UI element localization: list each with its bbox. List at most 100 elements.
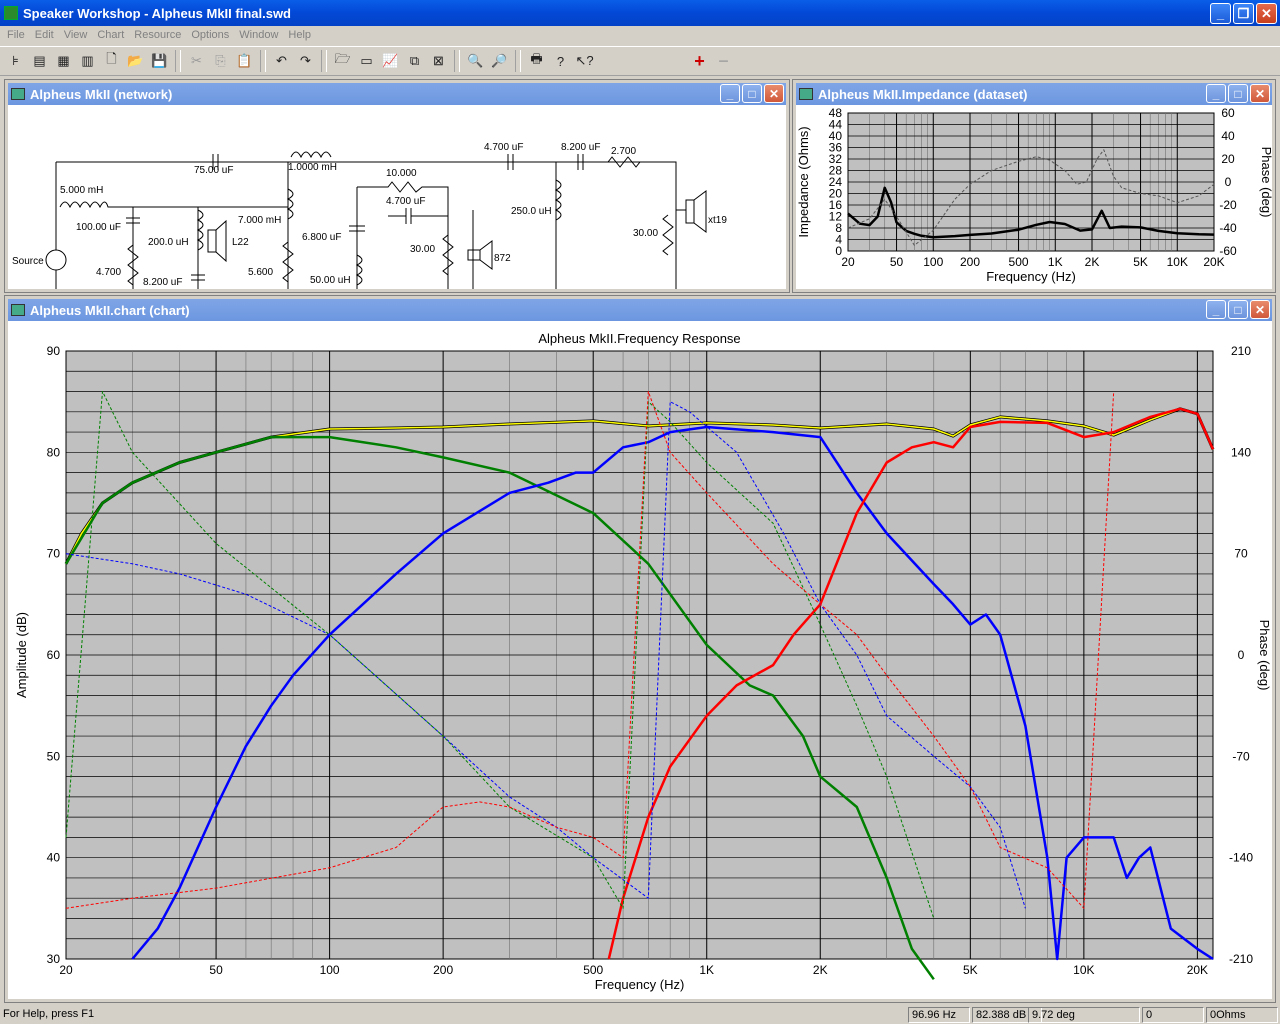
blank-tool-button[interactable] [736, 50, 759, 73]
tree-view-icon[interactable]: ⊧ [4, 50, 27, 73]
chart-title: Alpheus MkII.Frequency Response [538, 331, 740, 346]
network-maximize-button[interactable]: □ [742, 84, 762, 103]
copy-icon[interactable]: ⎘ [209, 50, 232, 73]
status-value: 0 [1142, 1007, 1204, 1023]
add-icon[interactable]: + [688, 50, 711, 73]
status-help: For Help, press F1 [3, 1008, 95, 1020]
grid-view-icon[interactable]: ▦ [52, 50, 75, 73]
y2-tick-label: 210 [1231, 344, 1251, 358]
status-degrees: 9.72 deg [1028, 1007, 1140, 1023]
app-titlebar: Speaker Workshop - Alpheus MkII final.sw… [0, 0, 1280, 26]
network-label-c1: 100.00 uF [76, 222, 121, 233]
zoom-in-icon[interactable]: 🔍 [464, 50, 487, 73]
impedance-maximize-button[interactable]: □ [1228, 84, 1248, 103]
zoom-out-icon[interactable]: 🔎 [488, 50, 511, 73]
y2-axis-label: Phase (deg) [1259, 147, 1272, 218]
menu-edit[interactable]: Edit [30, 29, 59, 41]
open-folder-icon[interactable]: 📂 [124, 50, 147, 73]
menu-view[interactable]: View [59, 29, 93, 41]
y2-tick-label: -60 [1219, 244, 1237, 258]
app-icon [4, 6, 18, 20]
x-tick-label: 200 [960, 255, 980, 269]
menu-chart[interactable]: Chart [92, 29, 129, 41]
menu-resource[interactable]: Resource [129, 29, 186, 41]
network-label-r4: 30.00 [410, 244, 435, 255]
restore-button[interactable]: ❐ [1233, 3, 1254, 24]
network-label-l4: 7.000 mH [238, 215, 281, 226]
status-frequency: 96.96 Hz [908, 1007, 970, 1023]
detail-view-icon[interactable]: ▥ [76, 50, 99, 73]
impedance-window-title: Alpheus MkII.Impedance (dataset) [818, 86, 1028, 102]
network-window-title: Alpheus MkII (network) [30, 86, 173, 102]
close-button[interactable]: ✕ [1256, 3, 1277, 24]
paste-icon[interactable]: 📋 [233, 50, 256, 73]
toolbar-separator [175, 50, 181, 72]
y-tick-label: 80 [47, 445, 61, 459]
y-tick-label: 70 [47, 547, 61, 561]
chart-minimize-button[interactable]: _ [1206, 300, 1226, 319]
x-tick-label: 20 [841, 255, 855, 269]
save-icon[interactable]: 💾 [148, 50, 171, 73]
print-icon[interactable]: 🖶 [525, 50, 548, 73]
y2-tick-label: -40 [1219, 221, 1237, 235]
list-view-icon[interactable]: ▤ [28, 50, 51, 73]
network-label-drv3: xt19 [708, 215, 727, 226]
x-tick-label: 2K [813, 963, 828, 977]
remove-icon[interactable]: − [712, 50, 735, 73]
minimize-button[interactable]: _ [1210, 3, 1231, 24]
app-title: Speaker Workshop - Alpheus MkII final.sw… [23, 5, 291, 21]
dataset-icon[interactable]: ▭ [355, 50, 378, 73]
blank-tool-button[interactable] [760, 50, 783, 73]
y2-tick-label: 0 [1238, 648, 1245, 662]
x-tick-label: 5K [1133, 255, 1148, 269]
impedance-window: Alpheus MkII.Impedance (dataset) _ □ ✕ 2… [792, 79, 1276, 293]
x-tick-label: 100 [923, 255, 943, 269]
new-file-icon[interactable]: 🗋 [100, 50, 123, 73]
network-schematic: Source 5.000 mH 100.00 uF 4.700 75.00 uF… [12, 142, 727, 301]
network-label-l2: 200.0 uH [148, 237, 189, 248]
chart-close-button[interactable]: ✕ [1250, 300, 1270, 319]
network-label-c7: 8.200 uF [561, 142, 600, 153]
delete-chart-icon[interactable]: ⊠ [427, 50, 450, 73]
y-tick-label: 30 [47, 952, 61, 966]
network-label-r6: 30.00 [633, 228, 658, 239]
copy-chart-icon[interactable]: ⧉ [403, 50, 426, 73]
x-tick-label: 1K [699, 963, 714, 977]
status-ohms: 0Ohms [1206, 1007, 1278, 1023]
menu-file[interactable]: File [2, 29, 30, 41]
x-axis-label: Frequency (Hz) [595, 977, 685, 992]
chart-window-title: Alpheus MkII.chart (chart) [30, 302, 190, 318]
y2-tick-label: -210 [1229, 952, 1253, 966]
impedance-window-titlebar: Alpheus MkII.Impedance (dataset) _ □ ✕ [796, 83, 1272, 105]
impedance-minimize-button[interactable]: _ [1206, 84, 1226, 103]
help-icon[interactable]: ? [549, 50, 572, 73]
cut-icon[interactable]: ✂ [185, 50, 208, 73]
chart-maximize-button[interactable]: □ [1228, 300, 1248, 319]
frequency-response-chart: 20 50 100 200 500 1K 2K 5K 10K 20K 90 80 70 60 50 40 30 2… [14, 331, 1272, 992]
y2-tick-label: 60 [1221, 106, 1235, 120]
x-tick-label: 50 [209, 963, 223, 977]
network-close-button[interactable]: ✕ [764, 84, 784, 103]
x-tick-label: 500 [583, 963, 603, 977]
network-label-r5: 2.700 [611, 146, 636, 157]
toolbar-separator [454, 50, 460, 72]
redo-icon[interactable]: ↷ [294, 50, 317, 73]
context-help-icon[interactable]: ↖? [573, 50, 596, 73]
network-minimize-button[interactable]: _ [720, 84, 740, 103]
network-label-l3: 1.0000 mH [288, 162, 337, 173]
y-tick-label: 40 [47, 851, 61, 865]
network-window-icon [11, 88, 25, 100]
menu-help[interactable]: Help [283, 29, 316, 41]
toolbar-separator [260, 50, 266, 72]
network-label-drv2: 872 [494, 253, 511, 264]
toolbar: ⊧ ▤ ▦ ▥ 🗋 📂 💾 ✂ ⎘ 📋 ↶ ↷ 🗁 ▭ 📈 ⧉ ⊠ 🔍 🔎 🖶 … [0, 46, 1280, 76]
x-axis-label: Frequency (Hz) [986, 269, 1076, 284]
impedance-close-button[interactable]: ✕ [1250, 84, 1270, 103]
menu-options[interactable]: Options [186, 29, 234, 41]
chart-icon[interactable]: 📈 [379, 50, 402, 73]
menu-window[interactable]: Window [234, 29, 283, 41]
undo-icon[interactable]: ↶ [270, 50, 293, 73]
x-tick-label: 20 [59, 963, 73, 977]
open-resource-icon[interactable]: 🗁 [331, 50, 354, 73]
network-label-c6: 4.700 uF [484, 142, 523, 153]
